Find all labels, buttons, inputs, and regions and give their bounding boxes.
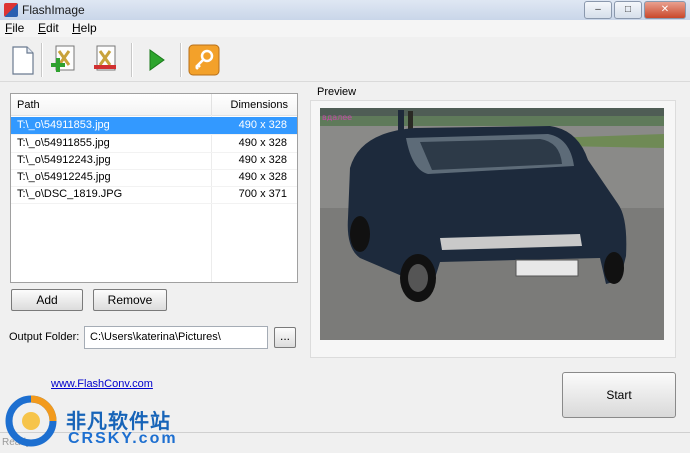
- preview-label: Preview: [317, 86, 357, 98]
- row-dimensions: 490 x 328: [238, 119, 287, 131]
- column-header-dimensions[interactable]: Dimensions: [211, 94, 298, 115]
- preview-image: вдалее: [320, 108, 664, 340]
- minimize-button[interactable]: –: [584, 1, 612, 19]
- app-icon: [4, 3, 18, 17]
- add-files-icon: [51, 45, 75, 72]
- start-button[interactable]: Start: [562, 372, 676, 418]
- row-path: T:\_o\DSC_1819.JPG: [17, 188, 123, 200]
- window-controls: – □ ✕: [584, 1, 686, 19]
- row-path: T:\_o\54912245.jpg: [17, 171, 111, 183]
- run-button[interactable]: [139, 43, 173, 77]
- maximize-button[interactable]: □: [614, 1, 642, 19]
- row-path: T:\_o\54912243.jpg: [17, 154, 111, 166]
- toolbar-separator: [131, 43, 133, 77]
- output-folder-value: C:\Users\katerina\Pictures\: [90, 331, 221, 343]
- title-bar: FlashImage – □ ✕: [0, 0, 690, 21]
- toolbar: [0, 37, 690, 82]
- row-dimensions: 490 x 328: [238, 137, 287, 149]
- watermark-logo-icon: [5, 395, 57, 447]
- row-dimensions: 700 x 371: [238, 188, 287, 200]
- list-row[interactable]: T:\_o\54912245.jpg 490 x 328: [11, 169, 297, 187]
- play-icon: [149, 49, 165, 71]
- menu-bar: File Edit Help: [0, 20, 690, 37]
- remove-files-icon: [94, 45, 116, 71]
- output-folder-label: Output Folder:: [9, 331, 80, 343]
- list-row[interactable]: T:\_o\DSC_1819.JPG 700 x 371: [11, 186, 297, 204]
- row-dimensions: 490 x 328: [238, 154, 287, 166]
- row-path: T:\_o\54911853.jpg: [17, 119, 110, 131]
- watermark-en-text: CRSKY.com: [68, 430, 178, 447]
- list-row[interactable]: T:\_o\54912243.jpg 490 x 328: [11, 152, 297, 170]
- toolbar-separator: [180, 43, 182, 77]
- register-button[interactable]: [187, 43, 221, 77]
- list-row[interactable]: T:\_o\54911853.jpg 490 x 328: [11, 117, 297, 135]
- list-header: Path Dimensions: [11, 94, 297, 116]
- key-icon: [188, 44, 220, 76]
- remove-button[interactable]: Remove: [93, 289, 167, 311]
- menu-file[interactable]: File: [5, 21, 24, 35]
- window-title: FlashImage: [22, 3, 85, 17]
- browse-button[interactable]: ...: [274, 327, 296, 348]
- new-button[interactable]: [5, 43, 39, 77]
- menu-edit[interactable]: Edit: [38, 21, 59, 35]
- website-link[interactable]: www.FlashConv.com: [51, 378, 153, 390]
- list-row[interactable]: T:\_o\54911855.jpg 490 x 328: [11, 135, 297, 153]
- row-path: T:\_o\54911855.jpg: [17, 137, 110, 149]
- photo-watermark-text: вдалее: [322, 113, 352, 122]
- remove-files-button[interactable]: [88, 43, 122, 77]
- add-button[interactable]: Add: [11, 289, 83, 311]
- close-button[interactable]: ✕: [644, 1, 686, 19]
- column-header-path[interactable]: Path: [17, 99, 40, 111]
- file-list[interactable]: Path Dimensions T:\_o\54911853.jpg 490 x…: [10, 93, 298, 283]
- output-folder-field[interactable]: C:\Users\katerina\Pictures\: [84, 326, 268, 349]
- new-icon: [12, 46, 34, 75]
- toolbar-separator: [41, 43, 43, 77]
- add-files-button[interactable]: [47, 43, 81, 77]
- menu-help[interactable]: Help: [72, 21, 97, 35]
- row-dimensions: 490 x 328: [238, 171, 287, 183]
